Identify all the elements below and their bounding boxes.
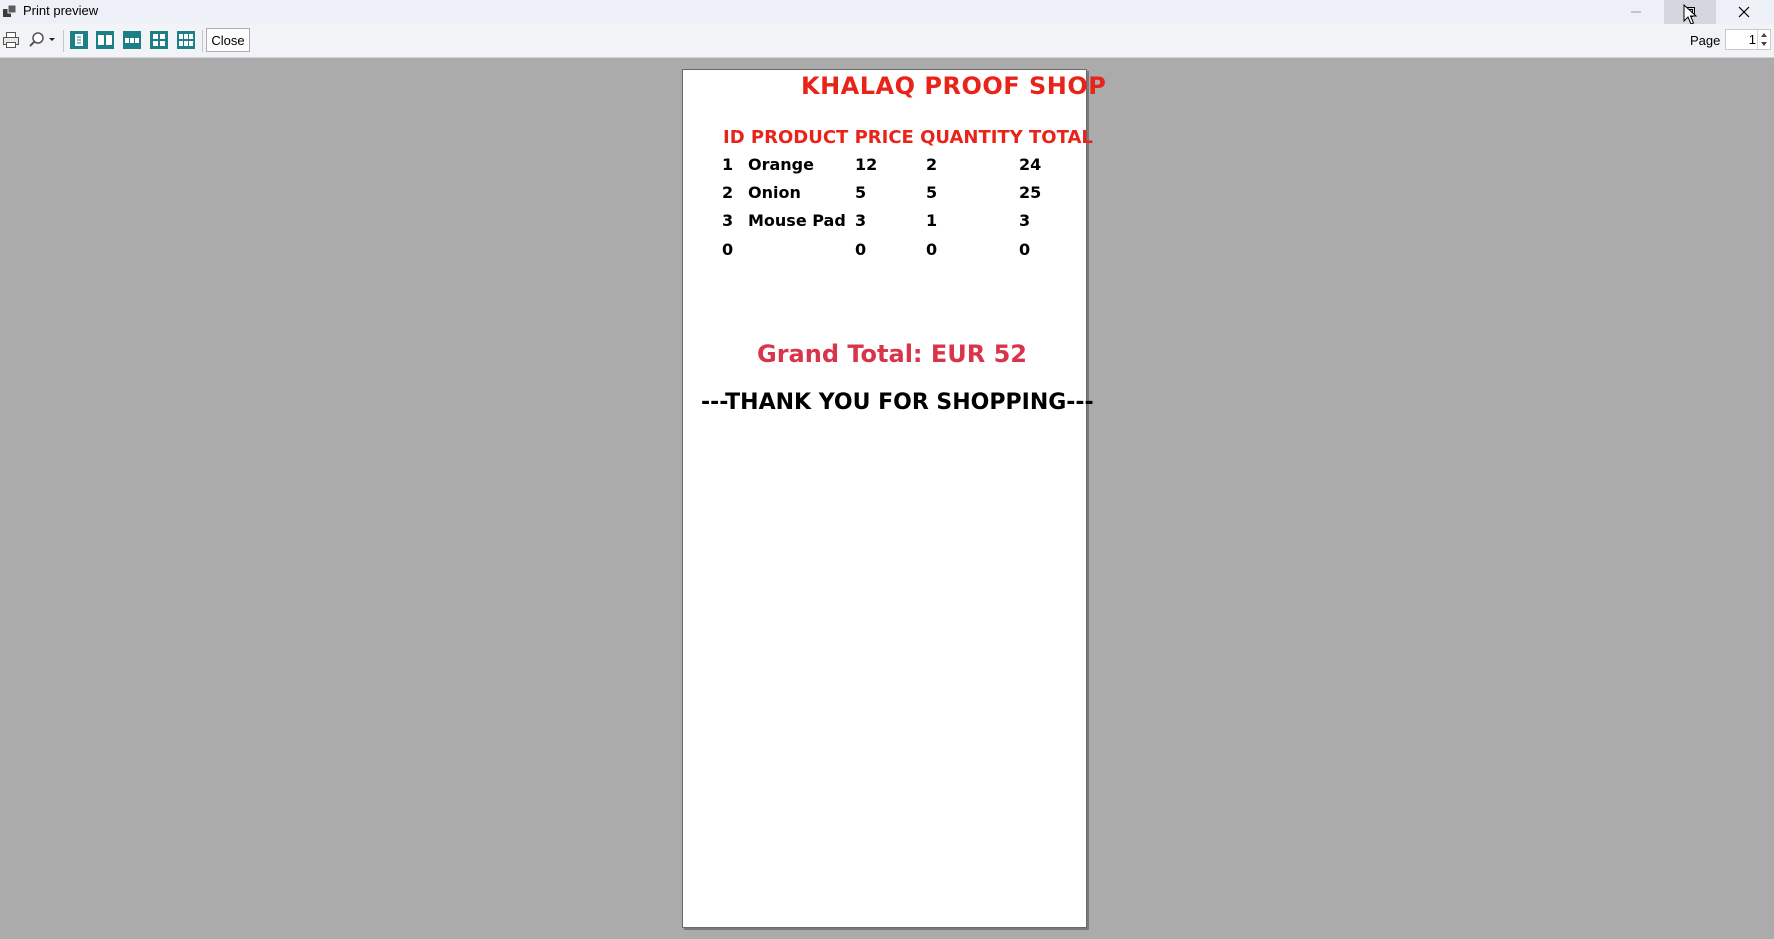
six-pages-button[interactable] [175,24,197,56]
four-pages-icon [150,31,168,49]
row-4-id: 0 [722,240,734,259]
print-button[interactable] [0,24,22,56]
zoom-icon [29,32,55,47]
thank-you-message: ---THANK YOU FOR SHOPPING--- [701,390,1094,415]
window-title: Print preview [23,3,99,18]
six-pages-icon [177,31,195,49]
page-number-spinner[interactable]: 1 [1725,29,1771,50]
one-page-button[interactable] [68,24,90,56]
row-2-quantity: 5 [926,183,938,202]
row-1-price: 12 [855,155,878,174]
minimize-button[interactable] [1610,0,1662,24]
toolbar-separator [63,30,64,52]
spinner-arrows[interactable] [1757,30,1770,49]
row-1-quantity: 2 [926,155,938,174]
row-2-total: 25 [1019,183,1042,202]
preview-page: KHALAQ PROOF SHOP ID PRODUCT PRICE QUANT… [682,69,1106,928]
grand-total: Grand Total: EUR 52 [757,340,1027,368]
close-button[interactable]: Close [206,28,250,52]
mouse-cursor-icon [1683,4,1697,25]
close-icon [1738,6,1750,18]
row-3-total: 3 [1019,211,1031,230]
title-bar: Print preview [0,0,1774,25]
row-4-price: 0 [855,240,867,259]
close-window-button[interactable] [1718,0,1770,24]
row-1-id: 1 [722,155,734,174]
row-4-total: 0 [1019,240,1031,259]
row-2-price: 5 [855,183,867,202]
one-page-icon [70,31,88,49]
toolbar-separator [202,30,203,52]
two-pages-button[interactable] [94,24,116,56]
row-2-id: 2 [722,183,734,202]
print-icon [3,32,19,48]
row-4-quantity: 0 [926,240,938,259]
row-3-product: Mouse Pad [748,211,846,230]
minimize-icon [1631,11,1641,13]
row-3-quantity: 1 [926,211,938,230]
spinner-up-down-icon [1761,33,1767,46]
row-1-product: Orange [748,155,814,174]
page-number-value[interactable]: 1 [1749,32,1756,47]
page-label: Page [1690,33,1721,48]
toolbar: Close Page 1 [0,24,1774,58]
app-icon [3,4,17,17]
column-headers: ID PRODUCT PRICE QUANTITY TOTAL [723,127,1093,148]
row-1-total: 24 [1019,155,1042,174]
two-pages-icon [96,31,114,49]
three-pages-icon [123,31,141,49]
row-3-id: 3 [722,211,734,230]
row-3-price: 3 [855,211,867,230]
row-2-product: Onion [748,183,801,202]
four-pages-button[interactable] [148,24,170,56]
zoom-dropdown[interactable] [25,24,59,56]
shop-name: KHALAQ PROOF SHOP [801,72,1107,100]
three-pages-button[interactable] [121,24,143,56]
